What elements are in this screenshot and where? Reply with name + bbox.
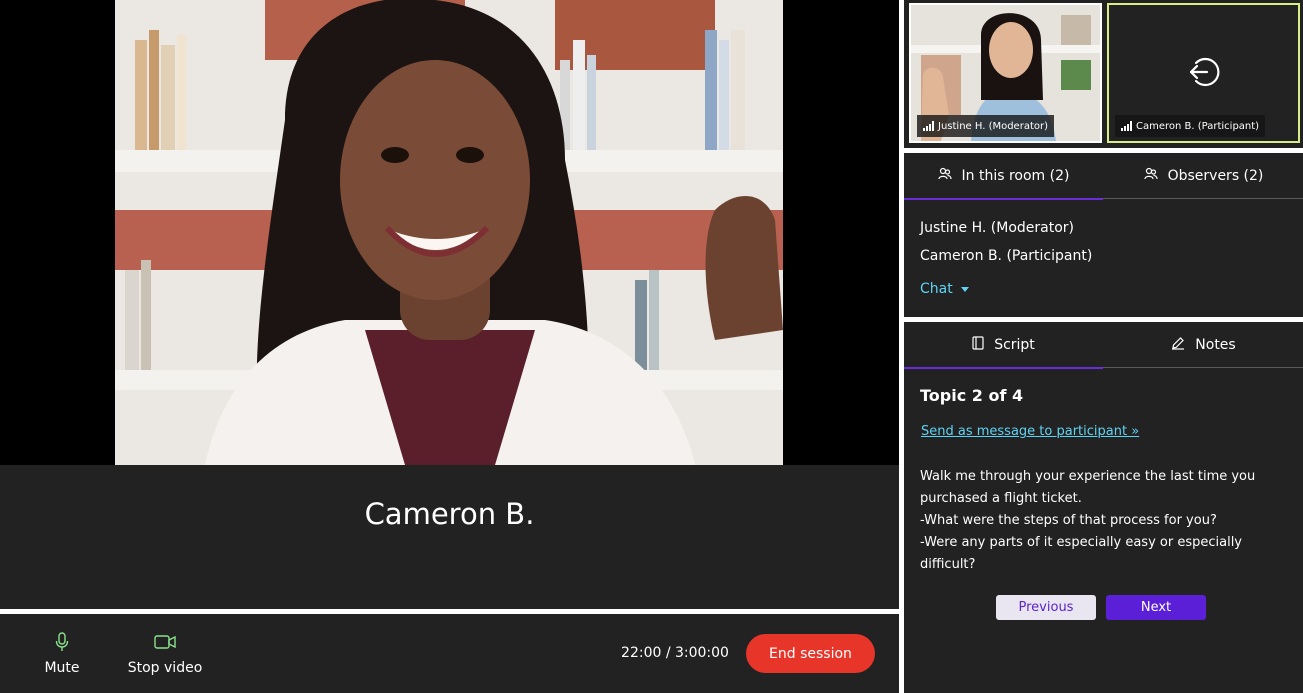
script-line: -Were any parts of it especially easy or… — [920, 535, 1242, 572]
mute-button[interactable]: Mute — [38, 614, 86, 693]
room-member: Cameron B. (Participant) — [920, 248, 1093, 264]
participant-thumbnail-label: Cameron B. (Participant) — [1115, 115, 1266, 137]
room-panel: In this room (2) Observers (2) Justine H… — [904, 153, 1303, 317]
tab-in-this-room-label: In this room (2) — [961, 168, 1070, 184]
main-video-feed — [0, 0, 899, 465]
chat-dropdown[interactable]: Chat — [920, 281, 969, 297]
moderator-thumbnail-label: Justine H. (Moderator) — [917, 115, 1055, 137]
signal-bars-icon — [1121, 121, 1132, 131]
document-icon — [972, 336, 984, 354]
people-icon — [937, 167, 952, 185]
chat-label: Chat — [920, 281, 953, 297]
script-line: Walk me through your experience the last… — [920, 469, 1256, 506]
participant-thumbnail[interactable]: Cameron B. (Participant) — [1107, 3, 1300, 143]
call-control-bar: Mute Stop video 22:00 / 3:00:00 End sess… — [0, 614, 899, 693]
microphone-icon — [55, 631, 69, 653]
video-camera-icon — [154, 631, 176, 653]
signal-bars-icon — [923, 121, 934, 131]
script-tabs: Script Notes — [904, 322, 1303, 369]
room-member: Justine H. (Moderator) — [920, 220, 1075, 236]
participant-thumbnails: Justine H. (Moderator) Cameron B. (Parti… — [904, 0, 1303, 148]
speaker-name: Cameron B. — [364, 497, 535, 531]
tab-notes[interactable]: Notes — [1104, 322, 1303, 368]
tab-notes-label: Notes — [1195, 337, 1236, 353]
tab-in-this-room[interactable]: In this room (2) — [904, 153, 1103, 200]
stop-video-label: Stop video — [127, 660, 203, 676]
topic-title: Topic 2 of 4 — [920, 386, 1024, 405]
room-tabs: In this room (2) Observers (2) — [904, 153, 1303, 200]
tab-observers-label: Observers (2) — [1167, 168, 1264, 184]
main-video-area: Cameron B. — [0, 0, 899, 609]
moderator-thumbnail[interactable]: Justine H. (Moderator) — [909, 3, 1102, 143]
participant-video-image — [115, 0, 783, 465]
script-line: -What were the steps of that process for… — [920, 513, 1217, 528]
tab-script-label: Script — [994, 337, 1035, 353]
script-panel: Script Notes Topic 2 of 4 Send as messag… — [904, 322, 1303, 693]
moderator-thumbnail-name: Justine H. (Moderator) — [938, 120, 1049, 132]
participant-thumbnail-name: Cameron B. (Participant) — [1136, 120, 1260, 132]
send-as-message-link[interactable]: Send as message to participant » — [921, 424, 1139, 439]
leave-arrow-icon — [1187, 55, 1221, 93]
tab-observers[interactable]: Observers (2) — [1104, 153, 1303, 199]
pencil-icon — [1171, 336, 1185, 354]
script-text: Walk me through your experience the last… — [920, 466, 1290, 576]
mute-label: Mute — [44, 660, 80, 676]
tab-script[interactable]: Script — [904, 322, 1103, 369]
caret-down-icon — [960, 286, 969, 292]
next-button[interactable]: Next — [1106, 595, 1206, 620]
previous-button[interactable]: Previous — [996, 595, 1096, 620]
stop-video-button[interactable]: Stop video — [124, 614, 206, 693]
people-icon — [1143, 167, 1158, 185]
end-session-button[interactable]: End session — [746, 634, 875, 673]
session-timer: 22:00 / 3:00:00 — [621, 645, 729, 661]
